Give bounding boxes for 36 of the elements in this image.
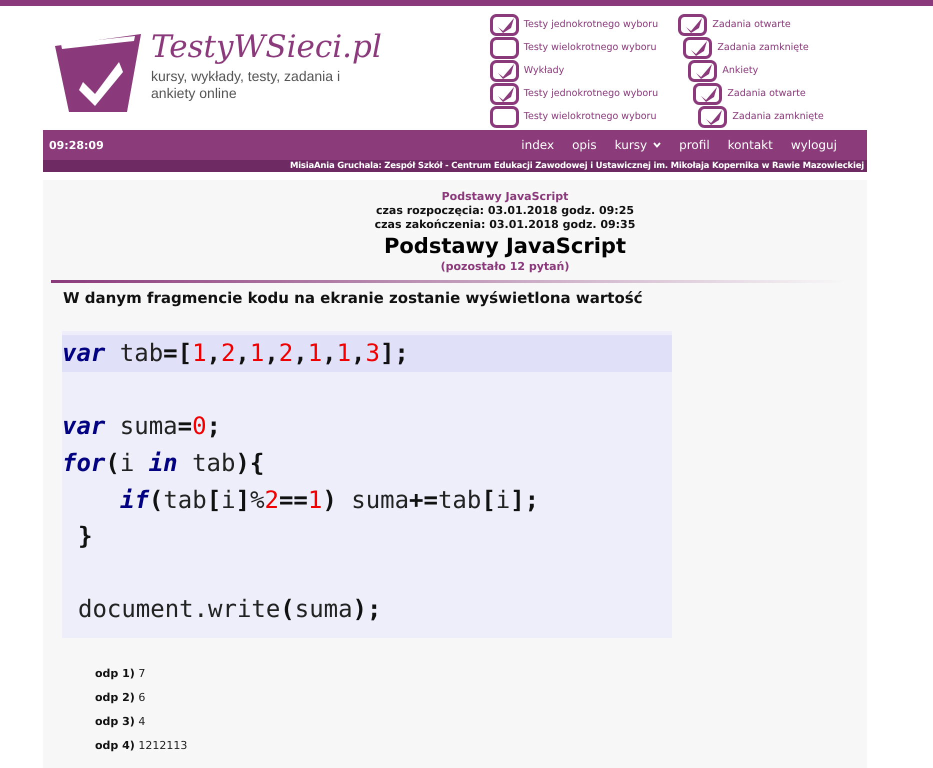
question-text: W danym fragmencie kodu na ekranie zostanie wyświetlona wartość: [62, 288, 644, 307]
answer-option[interactable]: odp 4) 1212113: [95, 738, 867, 754]
test-title: Podstawy JavaScript: [382, 233, 627, 260]
nav-link[interactable]: profil: [679, 138, 710, 152]
start-time: czas rozpoczęcia: 03.01.2018 godz. 09:25: [374, 204, 635, 218]
banner-label: Zadania zamknięte: [717, 42, 809, 53]
user-info: MisiaAnia Gruchala: Zespół Szkół - Centrum Edukacji Zawodowej i Ustawicznej im. Mikołaja Kopernika w Rawie Mazowieckiej: [290, 161, 864, 171]
code-line: var tab=[1,2,1,2,1,1,3];: [62, 339, 409, 368]
nav-link[interactable]: wyloguj: [790, 138, 837, 152]
end-time: czas zakończenia: 03.01.2018 godz. 09:35: [374, 218, 636, 232]
tagline: kursy, wykłady, testy, zadania i ankiety online: [151, 68, 342, 102]
banner-label: Zadania zamknięte: [732, 111, 824, 122]
logo-text[interactable]: TestyWSieci.pl: [151, 30, 382, 64]
course-name: Podstawy JavaScript: [440, 190, 570, 204]
banner-label: Testy wielokrotnego wyboru: [524, 111, 656, 122]
banner-label: Zadania otwarte: [712, 19, 791, 30]
nav-link[interactable]: kursy: [614, 138, 662, 152]
banner-label: Testy wielokrotnego wyboru: [524, 42, 656, 53]
answer-option[interactable]: odp 3) 4: [95, 714, 867, 730]
remaining-count: (pozostało 12 pytań): [440, 260, 570, 274]
nav-link[interactable]: index: [521, 138, 554, 152]
banner-label: Testy jednokrotnego wyboru: [524, 19, 658, 30]
code-line: for(i in tab){: [62, 449, 264, 478]
code-line: document.write(suma);: [78, 595, 382, 624]
answer-option[interactable]: odp 1) 7: [95, 666, 867, 682]
nav-link[interactable]: opis: [572, 138, 597, 152]
clock: 09:28:09: [49, 138, 104, 152]
answer-option[interactable]: odp 2) 6: [95, 690, 867, 706]
code-line: if(tab[i]%2==1) suma+=tab[i];: [120, 486, 540, 514]
banner-label: Ankiety: [722, 65, 758, 76]
nav-link[interactable]: kontakt: [728, 138, 773, 152]
banner-label: Testy jednokrotnego wyboru: [524, 88, 658, 99]
code-line: var suma=0;: [62, 412, 221, 440]
banner-label: Zadania otwarte: [727, 88, 806, 99]
banner-label: Wykłady: [524, 65, 564, 76]
code-line: }: [78, 522, 92, 550]
